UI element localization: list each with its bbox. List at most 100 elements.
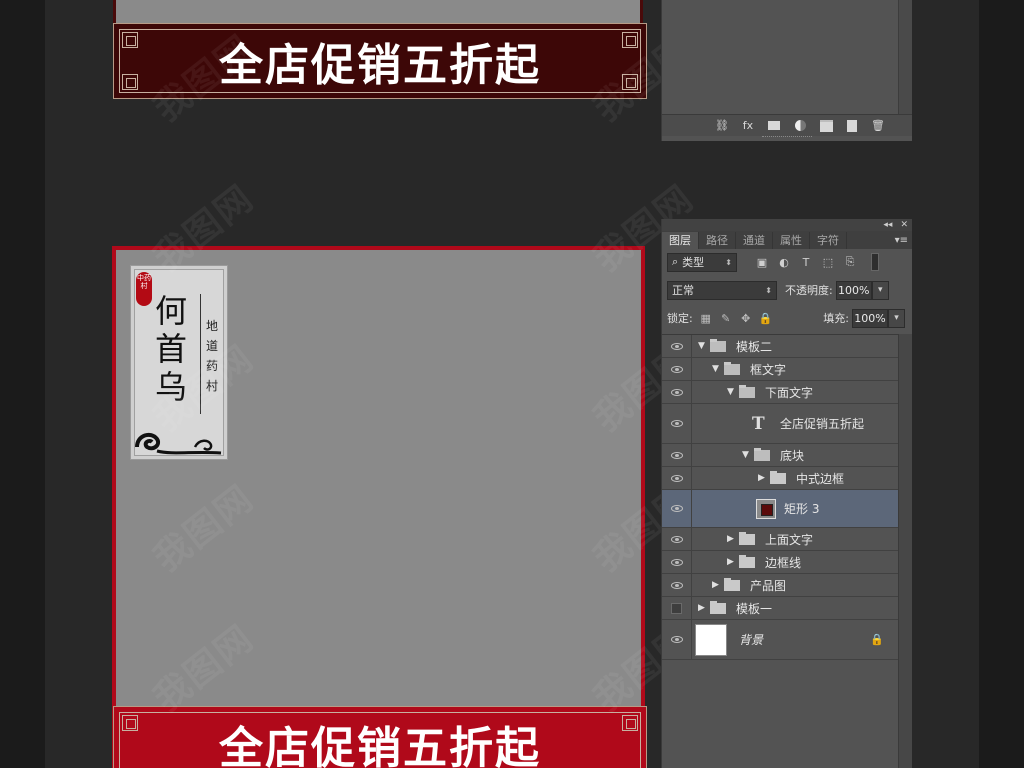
tab-channels[interactable]: 通道 bbox=[736, 232, 773, 249]
banner-top-text: 全店促销五折起 bbox=[219, 40, 541, 91]
resize-grip[interactable] bbox=[762, 136, 812, 139]
layer-name: 框文字 bbox=[750, 362, 787, 377]
corner-ornament bbox=[622, 32, 638, 48]
layer-name: 底块 bbox=[780, 448, 805, 463]
eye-icon bbox=[670, 558, 683, 566]
image-filter-icon[interactable]: ▣ bbox=[755, 255, 769, 269]
shape-filter-icon[interactable]: ⬚ bbox=[821, 255, 835, 269]
layer-row[interactable]: ▶ 模板一 bbox=[662, 597, 898, 620]
trash-icon[interactable]: 🗑 bbox=[870, 119, 886, 133]
layer-row[interactable]: ▶ 边框线 bbox=[662, 551, 898, 574]
visibility-toggle[interactable] bbox=[662, 358, 692, 380]
collapse-triangle-icon[interactable]: ▶ bbox=[712, 580, 720, 590]
adjustment-icon[interactable] bbox=[792, 119, 808, 133]
visibility-toggle[interactable] bbox=[662, 528, 692, 550]
folder-icon bbox=[710, 600, 726, 614]
filter-kind-select[interactable]: ⌕ 类型 ⬍ bbox=[667, 252, 737, 272]
link-icon[interactable]: ⛓ bbox=[714, 119, 730, 133]
visibility-toggle[interactable] bbox=[662, 597, 692, 619]
layers-panel: ◂◂ ✕ 图层 路径 通道 属性 字符 ▾≡ ⌕ 类型 ⬍ ▣ ◐ T ⬚ ⎘ … bbox=[661, 219, 912, 768]
layer-row[interactable]: ▼ 底块 bbox=[662, 444, 898, 467]
expand-triangle-icon[interactable]: ▼ bbox=[727, 387, 735, 397]
blend-mode-select[interactable]: 正常 ⬍ bbox=[667, 280, 777, 300]
lock-all-icon[interactable]: 🔒 bbox=[759, 311, 773, 325]
layer-row[interactable]: T 全店促销五折起 bbox=[662, 404, 898, 444]
panel-menu-icon[interactable]: ▾≡ bbox=[895, 232, 912, 249]
folder-open-icon bbox=[710, 338, 726, 352]
fill-dropdown-button[interactable]: ▾ bbox=[888, 308, 905, 328]
visibility-toggle[interactable] bbox=[662, 574, 692, 596]
collapse-triangle-icon[interactable]: ▶ bbox=[758, 473, 766, 483]
close-icon[interactable]: ✕ bbox=[900, 219, 908, 231]
updown-icon: ⬍ bbox=[765, 285, 772, 295]
hidden-visibility-box bbox=[671, 602, 682, 614]
eye-icon bbox=[670, 474, 683, 482]
opacity-dropdown-button[interactable]: ▾ bbox=[871, 280, 889, 300]
shape-layer-thumbnail bbox=[756, 498, 776, 519]
filter-icons: ▣ ◐ T ⬚ ⎘ bbox=[755, 255, 857, 269]
layer-name: 全店促销五折起 bbox=[780, 417, 865, 431]
panel-tabs: 图层 路径 通道 属性 字符 ▾≡ bbox=[662, 231, 912, 249]
layer-name: 背景 bbox=[739, 633, 764, 647]
layer-name: 产品图 bbox=[750, 578, 787, 593]
folder-icon bbox=[770, 470, 786, 484]
tab-character[interactable]: 字符 bbox=[810, 232, 847, 249]
folder-icon[interactable] bbox=[818, 119, 834, 133]
collapse-triangle-icon[interactable]: ▶ bbox=[698, 603, 706, 613]
layer-row[interactable]: 背景 🔒 bbox=[662, 620, 898, 660]
layer-row[interactable]: ▶ 上面文字 bbox=[662, 528, 898, 551]
seal-stamp: 中药村 bbox=[136, 272, 152, 306]
folder-icon bbox=[739, 531, 755, 545]
smart-object-filter-icon[interactable]: ⎘ bbox=[843, 255, 857, 269]
expand-triangle-icon[interactable]: ▼ bbox=[698, 341, 706, 351]
visibility-toggle[interactable] bbox=[662, 490, 692, 527]
layer-row[interactable]: ▼ 框文字 bbox=[662, 358, 898, 381]
filter-toggle[interactable] bbox=[871, 253, 879, 271]
visibility-toggle[interactable] bbox=[662, 381, 692, 403]
layer-row[interactable]: ▶ 中式边框 bbox=[662, 467, 898, 490]
lock-transparent-icon[interactable]: ▦ bbox=[699, 311, 713, 325]
tab-properties[interactable]: 属性 bbox=[773, 232, 810, 249]
layers-scrollbar[interactable] bbox=[898, 334, 912, 768]
visibility-toggle[interactable] bbox=[662, 335, 692, 357]
eye-icon bbox=[670, 505, 683, 512]
label-subtitle: 地道药村 bbox=[205, 319, 218, 393]
text-filter-icon[interactable]: T bbox=[799, 255, 813, 269]
top-panel-scrollbar[interactable] bbox=[898, 0, 912, 114]
fill-input[interactable]: 100% bbox=[852, 308, 888, 328]
filter-row: ⌕ 类型 ⬍ ▣ ◐ T ⬚ ⎘ bbox=[662, 251, 898, 273]
lock-position-icon[interactable]: ✥ bbox=[739, 311, 753, 325]
layer-row[interactable]: ▼ 下面文字 bbox=[662, 381, 898, 404]
visibility-toggle[interactable] bbox=[662, 551, 692, 573]
collapse-icon[interactable]: ◂◂ bbox=[883, 219, 892, 231]
expand-triangle-icon[interactable]: ▼ bbox=[742, 450, 750, 460]
tab-layers[interactable]: 图层 bbox=[662, 232, 699, 249]
updown-icon: ⬍ bbox=[725, 257, 732, 267]
eye-icon bbox=[670, 420, 683, 427]
visibility-toggle[interactable] bbox=[662, 620, 692, 659]
collapse-triangle-icon[interactable]: ▶ bbox=[727, 557, 735, 567]
lock-brush-icon[interactable]: ✎ bbox=[719, 311, 733, 325]
folder-open-icon bbox=[754, 447, 770, 461]
visibility-toggle[interactable] bbox=[662, 444, 692, 466]
new-layer-icon[interactable] bbox=[844, 119, 860, 133]
banner-red: 全店促销五折起 bbox=[113, 706, 647, 768]
lock-row: 锁定: ▦ ✎ ✥ 🔒 填充: 100% ▾ bbox=[662, 307, 905, 329]
adjustment-filter-icon[interactable]: ◐ bbox=[777, 255, 791, 269]
folder-open-icon bbox=[739, 384, 755, 398]
opacity-input[interactable]: 100% bbox=[835, 280, 872, 300]
product-label-card: 中药村 何首乌 地道药村 bbox=[130, 265, 228, 460]
fx-icon[interactable]: fx bbox=[740, 119, 756, 133]
layer-name: 下面文字 bbox=[765, 385, 814, 400]
layer-row-selected[interactable]: 矩形 3 bbox=[662, 490, 898, 528]
visibility-toggle[interactable] bbox=[662, 467, 692, 489]
mask-icon[interactable] bbox=[766, 119, 782, 133]
expand-triangle-icon[interactable]: ▼ bbox=[712, 364, 720, 374]
panel-titlebar: ◂◂ ✕ bbox=[662, 219, 912, 231]
layer-row[interactable]: ▶ 产品图 bbox=[662, 574, 898, 597]
visibility-toggle[interactable] bbox=[662, 404, 692, 443]
layer-row[interactable]: ▼ 模板二 bbox=[662, 335, 898, 358]
tab-paths[interactable]: 路径 bbox=[699, 232, 736, 249]
layer-name: 边框线 bbox=[765, 555, 802, 570]
collapse-triangle-icon[interactable]: ▶ bbox=[727, 534, 735, 544]
